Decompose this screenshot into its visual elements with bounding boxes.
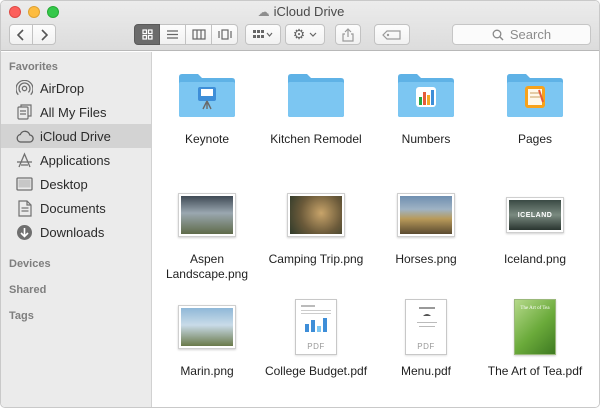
file-name: Menu.pdf <box>400 364 452 378</box>
sidebar-item-label: Downloads <box>40 224 105 240</box>
search-icon <box>492 29 504 40</box>
tag-button[interactable] <box>374 24 410 45</box>
icloud-icon <box>15 127 34 146</box>
desktop-icon <box>15 175 34 194</box>
window-title-text: iCloud Drive <box>273 4 345 19</box>
iceland-overlay-text: ICELAND <box>517 211 553 219</box>
file-name: Camping Trip.png <box>268 252 364 266</box>
image-thumbnail: ICELAND <box>506 184 564 246</box>
file-name: Numbers <box>401 132 451 146</box>
gear-icon: ⚙ <box>292 26 306 42</box>
pdf-label: PDF <box>417 342 435 351</box>
sidebar-item-label: Applications <box>40 152 111 168</box>
file-item[interactable]: ICELAND Iceland.png <box>480 184 590 267</box>
pdf-document-icon: PDF <box>295 296 337 358</box>
sidebar-item-label: iCloud Drive <box>40 128 111 144</box>
back-button[interactable] <box>9 24 33 45</box>
sidebar-item-icloud-drive[interactable]: iCloud Drive <box>1 124 151 148</box>
numbers-folder-icon <box>396 64 456 126</box>
icon-view-button[interactable] <box>134 24 160 45</box>
sidebar-item-applications[interactable]: Applications <box>1 148 151 172</box>
keynote-folder-icon <box>177 64 237 126</box>
file-item[interactable]: Horses.png <box>371 184 481 267</box>
finder-window: ☁ iCloud Drive ⚙ Search Favorites AirDro… <box>0 0 600 408</box>
toolbar: ☁ iCloud Drive ⚙ Search <box>1 1 599 51</box>
arrange-grid-icon <box>253 30 273 38</box>
tea-cover-title: The Art of Tea <box>520 306 550 311</box>
folder-icon <box>286 64 346 126</box>
chevron-left-icon <box>17 28 24 41</box>
sidebar-item-label: Desktop <box>40 176 88 192</box>
file-name: Iceland.png <box>503 252 567 266</box>
pages-folder-icon <box>505 64 565 126</box>
cover-flow-button[interactable] <box>212 24 238 45</box>
list-view-button[interactable] <box>160 24 186 45</box>
image-thumbnail <box>287 184 345 246</box>
documents-icon <box>15 199 34 218</box>
chevron-down-icon <box>309 32 317 37</box>
sidebar-item-label: AirDrop <box>40 80 85 96</box>
file-item[interactable]: Aspen Landscape.png <box>152 184 262 282</box>
devices-header: Devices <box>9 258 51 270</box>
search-placeholder: Search <box>509 27 552 42</box>
file-item[interactable]: PDF College Budget.pdf <box>261 296 371 379</box>
file-item[interactable]: Kitchen Remodel <box>261 64 371 147</box>
file-name: Horses.png <box>395 252 457 266</box>
airdrop-icon <box>15 79 34 98</box>
file-name: College Budget.pdf <box>264 364 368 378</box>
share-icon <box>342 27 354 42</box>
sidebar-item-label: All My Files <box>40 104 107 120</box>
action-button[interactable]: ⚙ <box>285 24 325 45</box>
file-item[interactable]: PDF Menu.pdf <box>371 296 481 379</box>
icon-view-icon <box>141 29 153 40</box>
pdf-label: PDF <box>307 342 325 351</box>
window-title: ☁ iCloud Drive <box>1 4 599 19</box>
image-thumbnail <box>178 184 236 246</box>
sidebar-item-documents[interactable]: Documents <box>1 196 151 220</box>
file-name: Keynote <box>184 132 230 146</box>
column-view-button[interactable] <box>186 24 212 45</box>
file-item[interactable]: Pages <box>480 64 590 147</box>
forward-button[interactable] <box>32 24 56 45</box>
file-name: Aspen Landscape.png <box>165 252 249 281</box>
list-view-icon <box>167 30 178 39</box>
file-item[interactable]: Numbers <box>371 64 481 147</box>
file-item[interactable]: Keynote <box>152 64 262 147</box>
tag-icon <box>382 29 401 40</box>
file-name: The Art of Tea.pdf <box>487 364 583 378</box>
downloads-icon <box>15 223 34 242</box>
book-cover-thumbnail: The Art of Tea <box>514 296 556 358</box>
sidebar-item-desktop[interactable]: Desktop <box>1 172 151 196</box>
sidebar-item-airdrop[interactable]: AirDrop <box>1 76 151 100</box>
all-my-files-icon <box>15 103 34 122</box>
column-view-icon <box>191 29 206 40</box>
file-name: Pages <box>517 132 553 146</box>
file-item[interactable]: The Art of Tea The Art of Tea.pdf <box>480 296 590 379</box>
icloud-icon: ☁ <box>257 5 270 19</box>
chevron-right-icon <box>41 28 48 41</box>
file-item[interactable]: Marin.png <box>152 296 262 379</box>
sidebar-item-all-my-files[interactable]: All My Files <box>1 100 151 124</box>
arrange-button[interactable] <box>245 24 281 45</box>
image-thumbnail <box>178 296 236 358</box>
cover-flow-icon <box>217 29 232 40</box>
search-field[interactable]: Search <box>452 24 591 45</box>
share-button[interactable] <box>335 24 361 45</box>
tags-header: Tags <box>9 310 34 322</box>
image-thumbnail <box>397 184 455 246</box>
file-item[interactable]: Camping Trip.png <box>261 184 371 267</box>
view-mode-control <box>134 24 238 45</box>
file-grid: Keynote Kitchen Remodel Numbers Pages As… <box>152 52 599 407</box>
shared-header: Shared <box>9 284 47 296</box>
applications-icon <box>15 151 34 170</box>
sidebar: Favorites AirDrop All My Files iCloud Dr… <box>1 52 152 407</box>
favorites-header: Favorites <box>9 61 58 73</box>
sidebar-item-label: Documents <box>40 200 106 216</box>
sidebar-item-downloads[interactable]: Downloads <box>1 220 151 244</box>
file-name: Marin.png <box>180 364 234 378</box>
file-name: Kitchen Remodel <box>270 132 362 146</box>
pdf-document-icon: PDF <box>405 296 447 358</box>
